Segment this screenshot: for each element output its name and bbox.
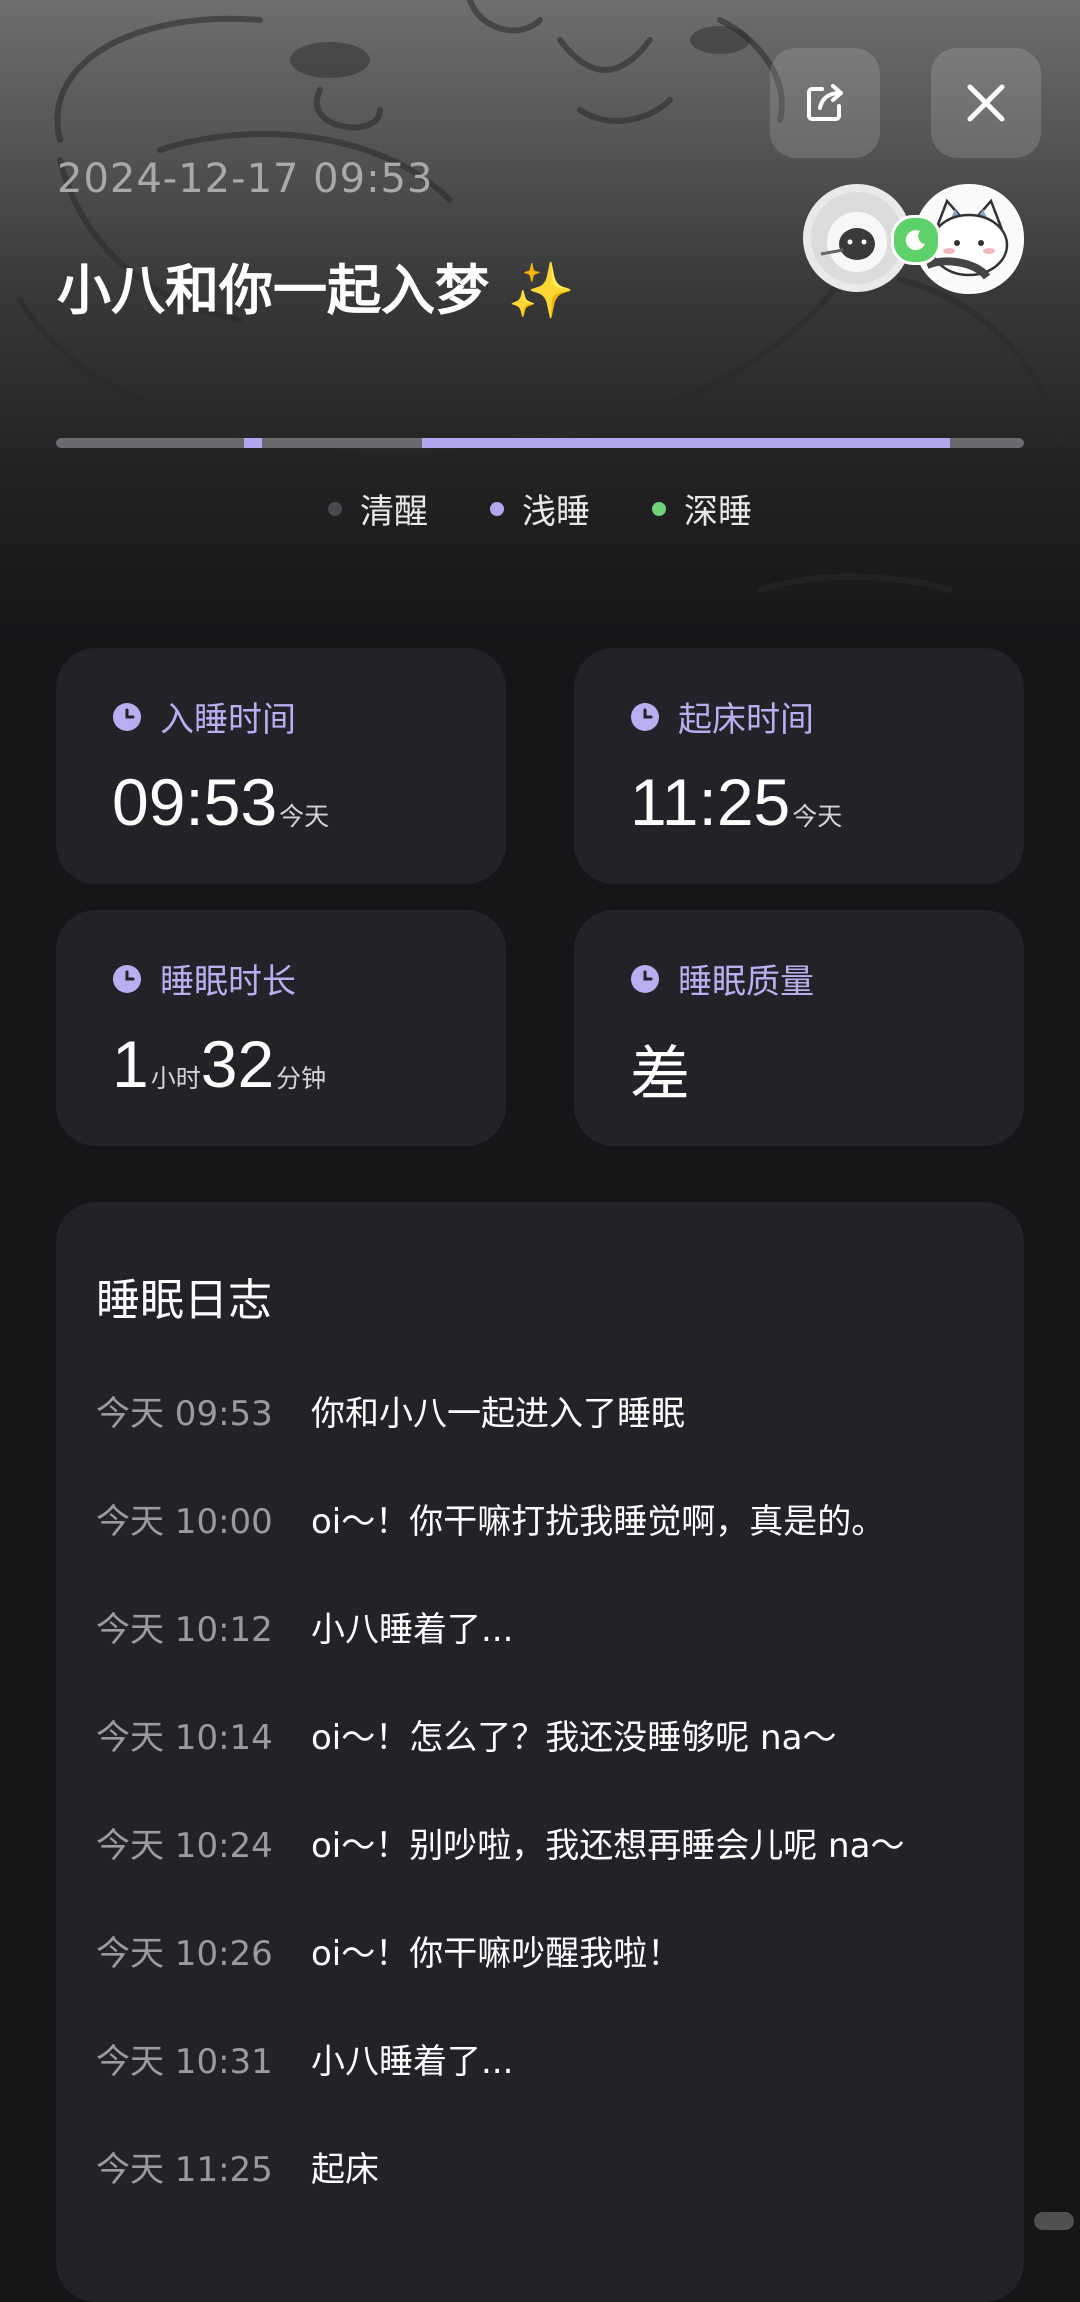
clock-icon (631, 964, 659, 993)
duration-card: 睡眠时长 1 小时 32 分钟 (56, 910, 506, 1146)
legend-light-sleep: 浅睡 (490, 484, 590, 533)
card-label: 入睡时间 (160, 700, 296, 740)
log-entry: 今天 10:14 oi～！怎么了？我还没睡够呢 na～ (96, 1710, 836, 1759)
wake-time-suffix: 今天 (792, 802, 843, 831)
card-header: 睡眠质量 (630, 954, 814, 1003)
card-value: 11:25 今天 (630, 764, 842, 840)
log-entry: 今天 10:26 oi～！你干嘛吵醒我啦！ (96, 1926, 681, 1975)
legend-deep-sleep: 深睡 (652, 484, 752, 533)
legend-label: 深睡 (684, 492, 752, 532)
log-entry: 今天 11:25 起床 (96, 2142, 379, 2191)
share-button[interactable] (770, 48, 880, 158)
moon-icon (905, 230, 925, 251)
card-label: 睡眠质量 (678, 962, 814, 1002)
duration-hours-unit: 小时 (150, 1064, 201, 1093)
sleep-legend: 清醒 浅睡 深睡 (0, 484, 1080, 533)
sleep-log: 睡眠日志 今天 09:53 你和小八一起进入了睡眠 今天 10:00 oi～！你… (56, 1202, 1024, 2302)
card-value: 09:53 今天 (112, 764, 329, 840)
log-entry: 今天 09:53 你和小八一起进入了睡眠 (96, 1386, 685, 1435)
clock-icon (113, 964, 141, 993)
moon-badge (891, 215, 941, 265)
close-icon (967, 84, 1005, 122)
log-entry: 今天 10:00 oi～！你干嘛打扰我睡觉啊，真是的。 (96, 1494, 885, 1543)
page-title: 小八和你一起入梦 ✨ (57, 259, 576, 322)
card-header: 入睡时间 (112, 692, 296, 741)
card-label: 起床时间 (678, 700, 814, 740)
quality-value: 差 (630, 1041, 690, 1108)
duration-minutes: 32 (200, 1027, 275, 1101)
legend-dot (652, 501, 666, 516)
duration-hours: 1 (112, 1027, 149, 1101)
log-time: 今天 10:26 (96, 1934, 273, 1974)
sleep-stage-bar (56, 438, 1024, 448)
legend-awake: 清醒 (328, 484, 428, 533)
share-icon (807, 84, 843, 121)
wake-time-value: 11:25 (630, 765, 791, 839)
log-entry: 今天 10:24 oi～！别吵啦，我还想再睡会儿呢 na～ (96, 1818, 904, 1867)
card-value: 差 (630, 1026, 690, 1113)
light-sleep-segment (421, 438, 951, 448)
log-time: 今天 11:25 (96, 2150, 273, 2190)
log-text: oi～！你干嘛打扰我睡觉啊，真是的。 (311, 1502, 886, 1542)
light-sleep-segment (243, 438, 263, 448)
card-value: 1 小时 32 分钟 (112, 1026, 326, 1102)
log-entry: 今天 10:31 小八睡着了... (96, 2034, 513, 2083)
legend-label: 清醒 (360, 492, 428, 532)
log-text: 你和小八一起进入了睡眠 (311, 1394, 685, 1434)
header-background: 2024-12-17 09:53 小八和你一起入梦 ✨ 清醒 浅睡 深睡 (0, 0, 1080, 640)
quality-card: 睡眠质量 差 (574, 910, 1024, 1146)
legend-label: 浅睡 (522, 492, 590, 532)
watermark-badge (1034, 2212, 1074, 2230)
close-button[interactable] (931, 48, 1041, 158)
duration-minutes-unit: 分钟 (276, 1064, 327, 1093)
session-date: 2024-12-17 09:53 (57, 156, 434, 202)
log-time: 今天 10:12 (96, 1610, 273, 1650)
log-time: 今天 10:31 (96, 2042, 273, 2082)
log-entry: 今天 10:12 小八睡着了... (96, 1602, 513, 1651)
card-label: 睡眠时长 (160, 962, 296, 1002)
wake-time-card: 起床时间 11:25 今天 (574, 648, 1024, 884)
log-time: 今天 10:14 (96, 1718, 273, 1758)
log-text: 小八睡着了... (311, 1610, 514, 1650)
log-text: oi～！你干嘛吵醒我啦！ (311, 1934, 682, 1974)
log-text: 小八睡着了... (311, 2042, 514, 2082)
sleep-time-suffix: 今天 (279, 802, 330, 831)
card-header: 睡眠时长 (112, 954, 296, 1003)
log-title: 睡眠日志 (96, 1275, 272, 1326)
log-time: 今天 10:24 (96, 1826, 273, 1866)
legend-dot (328, 501, 342, 516)
log-time: 今天 09:53 (96, 1394, 273, 1434)
card-header: 起床时间 (630, 692, 814, 741)
log-text: oi～！别吵啦，我还想再睡会儿呢 na～ (311, 1826, 905, 1866)
clock-icon (113, 702, 141, 731)
clock-icon (631, 702, 659, 731)
log-time: 今天 10:00 (96, 1502, 273, 1542)
log-text: oi～！怎么了？我还没睡够呢 na～ (311, 1718, 837, 1758)
sleep-time-card: 入睡时间 09:53 今天 (56, 648, 506, 884)
log-text: 起床 (311, 2150, 379, 2190)
sleep-time-value: 09:53 (112, 765, 278, 839)
legend-dot (490, 501, 504, 516)
